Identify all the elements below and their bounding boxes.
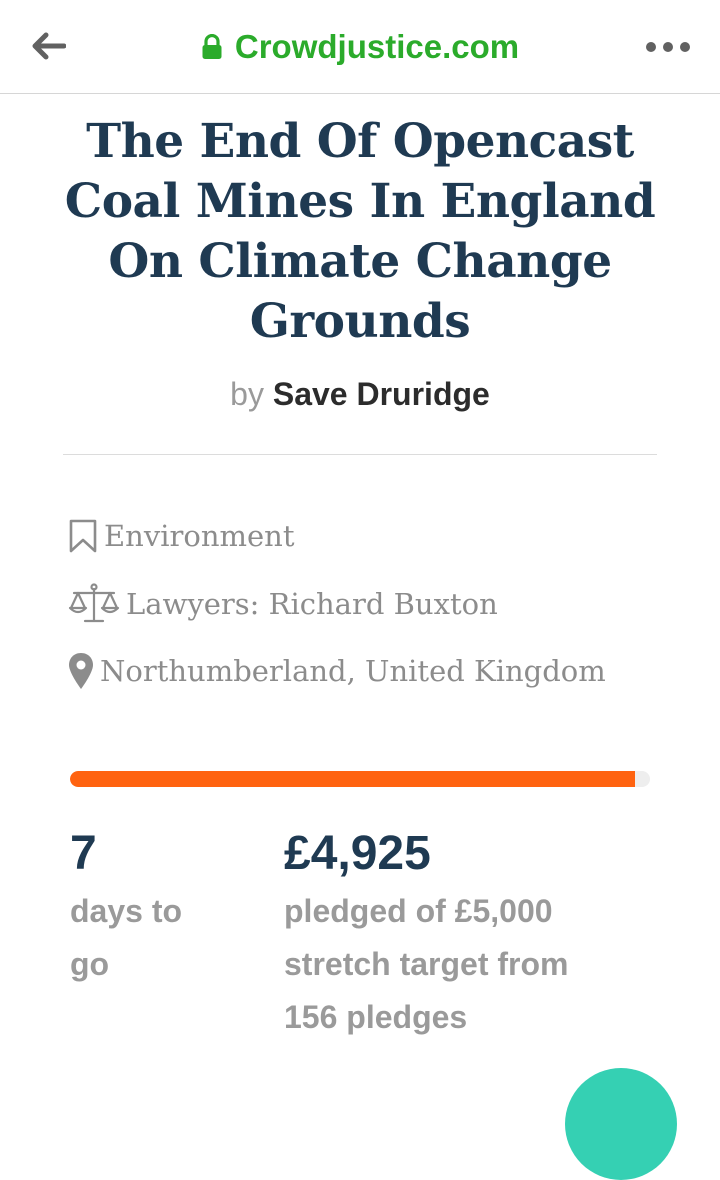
byline: by Save Druridge xyxy=(0,376,720,413)
by-label: by xyxy=(230,376,264,412)
days-label-line: days to xyxy=(70,893,183,929)
progress-fill xyxy=(70,771,635,787)
more-options-button[interactable] xyxy=(640,30,696,64)
pledged-amount: £4,925 xyxy=(284,827,431,880)
map-pin-icon xyxy=(68,652,94,690)
more-dots-icon xyxy=(645,41,691,53)
lawyers-label: Lawyers: Richard Buxton xyxy=(126,587,498,621)
location-row: Northumberland, United Kingdom xyxy=(68,649,606,693)
bookmark-icon xyxy=(68,518,98,554)
address-bar[interactable]: Crowdjustice.com xyxy=(0,24,720,70)
days-label-line: go xyxy=(70,946,110,982)
days-remaining-value: 7 xyxy=(70,827,97,880)
campaign-title: The End Of Opencast Coal Mines In Englan… xyxy=(64,114,656,349)
pledged-line: 156 pledges xyxy=(284,999,468,1035)
funding-progress-bar xyxy=(70,771,650,787)
divider xyxy=(63,454,657,455)
scales-icon xyxy=(68,583,120,625)
pledged-line: pledged of £5,000 xyxy=(284,893,553,929)
category-row: Environment xyxy=(68,514,295,558)
author-link[interactable]: Save Druridge xyxy=(273,376,490,412)
pledged-details: pledged of £5,000 stretch target from 15… xyxy=(284,885,569,1044)
lawyers-row: Lawyers: Richard Buxton xyxy=(68,582,498,626)
floating-action-button[interactable] xyxy=(565,1068,677,1180)
browser-toolbar: Crowdjustice.com xyxy=(0,0,720,94)
days-remaining-label: days to go xyxy=(70,885,182,991)
location-label: Northumberland, United Kingdom xyxy=(100,654,606,688)
pledged-line: stretch target from xyxy=(284,946,569,982)
lock-icon xyxy=(201,34,223,60)
url-domain: Crowdjustice.com xyxy=(234,28,520,65)
category-label[interactable]: Environment xyxy=(104,519,295,553)
